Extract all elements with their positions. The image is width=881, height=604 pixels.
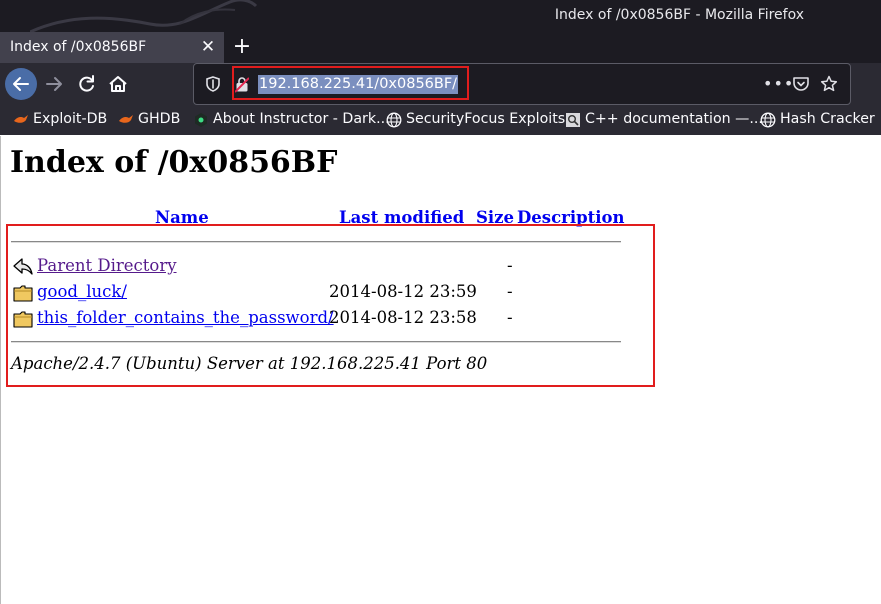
bookmark-cpp-documentation[interactable]: C++ documentation —...: [565, 110, 763, 130]
url-highlight-box: [232, 66, 469, 100]
pocket-icon[interactable]: [792, 75, 810, 93]
back-arrow-icon: [13, 77, 29, 91]
close-tab-icon[interactable]: ✕: [199, 38, 217, 56]
tracking-protection-shield-icon[interactable]: [206, 76, 220, 92]
bookmarks-toolbar: Exploit-DB GHDB About Instructor - Dark.…: [0, 105, 881, 135]
bookmark-label: GHDB: [138, 111, 181, 127]
page-title: Index of /0x0856BF: [10, 145, 338, 180]
bookmark-label: SecurityFocus Exploits: [406, 111, 566, 127]
bookmark-securityfocus[interactable]: SecurityFocus Exploits: [386, 110, 565, 130]
bookmark-label: Exploit-DB: [33, 111, 108, 127]
back-button[interactable]: [5, 68, 37, 100]
bookmark-ghdb[interactable]: GHDB: [118, 110, 182, 130]
page-actions-menu-icon[interactable]: •••: [763, 74, 794, 93]
bookmark-exploit-db[interactable]: Exploit-DB: [13, 110, 108, 130]
bookmark-star-icon[interactable]: [820, 75, 838, 93]
exploit-db-icon: [14, 115, 28, 123]
ghdb-icon: [119, 115, 133, 123]
forward-button[interactable]: [38, 68, 70, 100]
bookmark-about-instructor[interactable]: About Instructor - Dark...: [193, 110, 390, 130]
new-tab-button[interactable]: +: [231, 35, 253, 59]
tab-strip: Index of /0x0856BF ✕ +: [0, 32, 881, 63]
instructor-icon: [195, 113, 207, 127]
home-icon: [109, 76, 127, 92]
window-titlebar: Index of /0x0856BF - Mozilla Firefox: [0, 0, 881, 34]
globe-icon: [386, 112, 402, 128]
bookmark-label: About Instructor - Dark...: [213, 111, 390, 127]
home-button[interactable]: [102, 68, 134, 100]
forward-arrow-icon: [46, 77, 62, 91]
tab-active[interactable]: Index of /0x0856BF ✕: [0, 32, 224, 63]
bookmark-hash-cracker[interactable]: Hash Cracker: [760, 110, 875, 130]
search-doc-icon: [566, 113, 580, 127]
bookmark-label: C++ documentation —...: [585, 111, 763, 127]
globe-icon: [760, 112, 776, 128]
window-title: Index of /0x0856BF - Mozilla Firefox: [554, 7, 804, 23]
reload-icon: [79, 75, 94, 92]
listing-highlight-box: [6, 224, 655, 387]
bookmark-label: Hash Cracker: [780, 111, 875, 127]
reload-button[interactable]: [71, 68, 103, 100]
tab-title: Index of /0x0856BF: [10, 39, 147, 55]
